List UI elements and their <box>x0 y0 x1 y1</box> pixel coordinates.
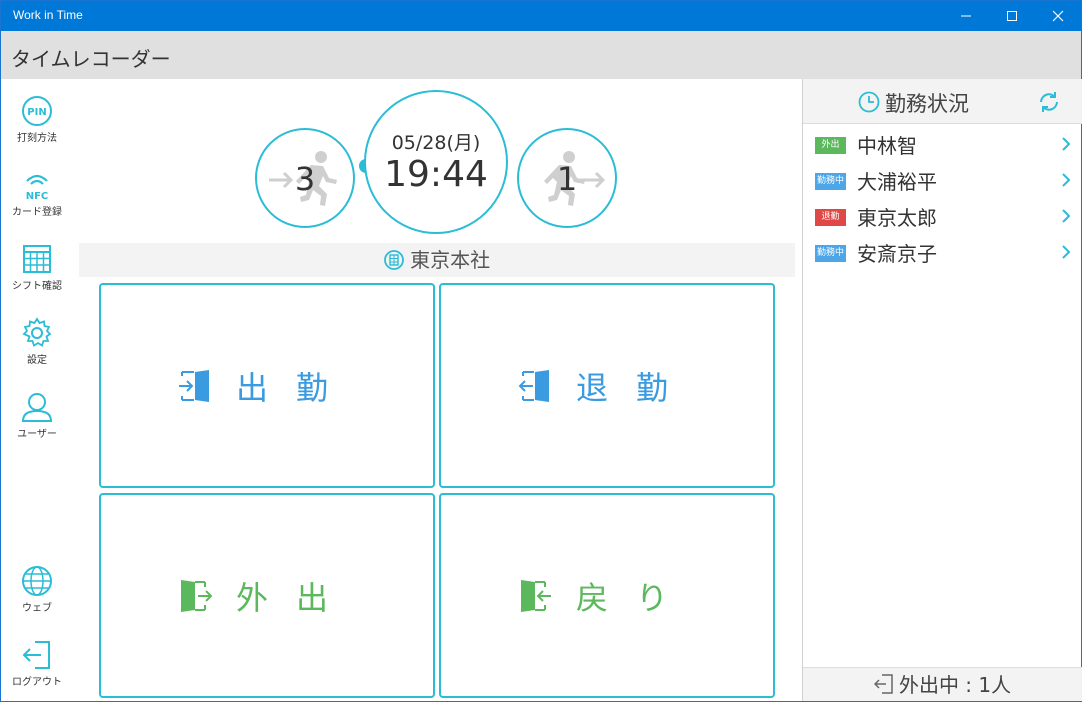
chevron-right-icon <box>1062 209 1071 223</box>
status-badge: 勤務中 <box>815 245 846 262</box>
building-icon <box>383 250 404 270</box>
clock-date: 05/28(月) <box>391 132 481 154</box>
status-panel-footer: 外出中 : 1人 <box>803 667 1082 701</box>
clock-in-label: 出勤 <box>235 368 356 407</box>
status-badge: 退勤 <box>815 209 846 226</box>
status-badge: 外出 <box>815 137 846 154</box>
status-panel-header: 勤務状況 <box>803 79 1082 124</box>
door-enter-icon <box>178 369 209 402</box>
status-row[interactable]: 勤務中 安斎京子 <box>803 235 1082 271</box>
employee-name: 中林智 <box>857 134 917 158</box>
calendar-grid-icon <box>23 245 51 273</box>
sidebar-item-web[interactable]: ウェブ <box>1 565 73 635</box>
page-title: タイムレコーダー <box>11 47 171 71</box>
chevron-right-icon <box>1062 137 1071 151</box>
employee-name: 東京太郎 <box>857 206 937 230</box>
door-exit-icon <box>518 369 549 402</box>
sidebar-item-logout[interactable]: ログアウト <box>1 639 73 709</box>
sidebar-item-label: ログアウト <box>12 677 62 688</box>
clock-out-count: 1 <box>556 160 578 198</box>
maximize-icon <box>1007 11 1017 21</box>
go-out-button[interactable]: 外出 <box>99 493 435 698</box>
globe-icon <box>22 566 52 596</box>
pin-icon: PIN <box>22 96 52 126</box>
employee-name: 大浦裕平 <box>857 170 937 194</box>
chevron-right-icon <box>1062 173 1071 187</box>
status-row[interactable]: 外出 中林智 <box>803 127 1082 163</box>
clock-in-count: 3 <box>294 160 316 198</box>
door-go-out-icon <box>180 579 212 612</box>
clock-icon <box>858 91 880 113</box>
door-out-icon <box>873 674 893 694</box>
chevron-right-icon <box>1062 245 1071 259</box>
clock-in-count-circle: 3 <box>255 128 355 228</box>
close-icon <box>1052 10 1064 22</box>
close-button[interactable] <box>1035 1 1081 31</box>
sidebar-item-label: ウェブ <box>22 603 52 614</box>
door-return-icon <box>520 579 551 612</box>
status-panel-title: 勤務状況 <box>885 92 969 116</box>
minimize-icon <box>961 15 971 17</box>
out-count-summary: 外出中 : 1人 <box>898 673 1012 697</box>
clock-out-label: 退勤 <box>575 368 696 407</box>
sidebar-item-user[interactable]: ユーザー <box>1 391 73 461</box>
minimize-button[interactable] <box>943 1 989 31</box>
location-bar: 東京本社 <box>79 243 795 277</box>
status-row[interactable]: 勤務中 大浦裕平 <box>803 163 1082 199</box>
app-window: Work in Time タイムレコーダー PIN 打刻方法 NFC カード登録… <box>0 0 1082 702</box>
sidebar-item-label: 打刻方法 <box>17 133 57 144</box>
sidebar-item-label: ユーザー <box>17 429 57 440</box>
clock-in-button[interactable]: 出勤 <box>99 283 435 488</box>
nfc-icon: NFC <box>26 174 49 201</box>
sidebar-item-settings[interactable]: 設定 <box>1 317 73 387</box>
logout-icon <box>22 641 50 669</box>
status-badge: 勤務中 <box>815 173 846 190</box>
sidebar: PIN 打刻方法 NFC カード登録 シフト確認 設定 ユーザー ウェブ ログア… <box>1 79 73 701</box>
return-button[interactable]: 戻り <box>439 493 775 698</box>
status-panel: 勤務状況 外出 中林智 勤務中 大浦裕平 退勤 東京太郎 勤務中 安斎京子 外出… <box>802 79 1082 701</box>
gear-icon <box>22 317 52 347</box>
employee-name: 安斎京子 <box>857 242 937 266</box>
pin-icon-text: PIN <box>27 107 46 118</box>
clock-time: 19:44 <box>384 154 488 195</box>
sidebar-item-shift[interactable]: シフト確認 <box>1 243 73 313</box>
location-name: 東京本社 <box>410 248 491 272</box>
app-header: タイムレコーダー <box>1 31 1081 79</box>
go-out-label: 外出 <box>235 578 356 617</box>
title-bar: Work in Time <box>1 1 1081 31</box>
sidebar-item-punch-method[interactable]: PIN 打刻方法 <box>1 95 73 165</box>
clock-circle: 05/28(月) 19:44 <box>364 90 508 234</box>
sidebar-item-label: 設定 <box>27 355 47 366</box>
nfc-icon-text: NFC <box>26 191 49 201</box>
sidebar-item-label: シフト確認 <box>12 281 62 292</box>
sidebar-item-label: カード登録 <box>12 207 62 218</box>
clock-out-count-circle: 1 <box>517 128 617 228</box>
return-label: 戻り <box>575 578 696 617</box>
user-icon <box>21 393 53 422</box>
main-panel: 3 05/28(月) 19:44 1 東京本社 出勤 退勤 外出 戻り <box>73 79 801 701</box>
maximize-button[interactable] <box>989 1 1035 31</box>
status-row[interactable]: 退勤 東京太郎 <box>803 199 1082 235</box>
clock-out-button[interactable]: 退勤 <box>439 283 775 488</box>
refresh-icon[interactable] <box>1037 90 1061 114</box>
window-title: Work in Time <box>13 8 83 22</box>
sidebar-item-card-register[interactable]: NFC カード登録 <box>1 169 73 239</box>
